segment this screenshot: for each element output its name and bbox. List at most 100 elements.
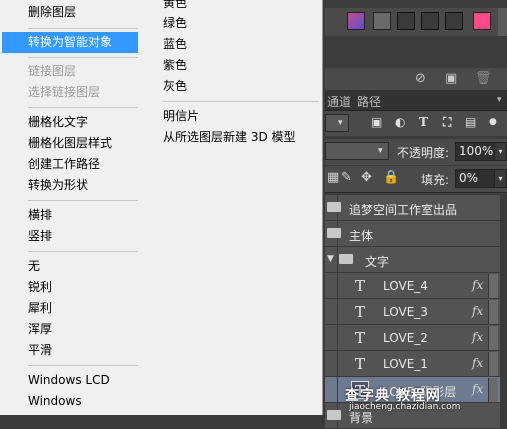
- menu-item-create-work-path[interactable]: 创建工作路径: [0, 154, 138, 175]
- layer-name: LOVE_3: [383, 305, 428, 319]
- style-swatch[interactable]: [445, 12, 463, 30]
- tab-channels[interactable]: 通道: [327, 93, 351, 110]
- lock-brush-icon[interactable]: ✎: [341, 170, 352, 185]
- type-filter-icon[interactable]: T: [419, 115, 428, 129]
- menu-item-postcard[interactable]: 明信片: [141, 106, 319, 127]
- menu-item-link-layers: 链接图层: [28, 64, 77, 78]
- menu-item-new-3d-model[interactable]: 从所选图层新建 3D 模型: [141, 127, 319, 148]
- smart-object-filter-icon[interactable]: ▤: [465, 115, 476, 129]
- layer-row[interactable]: 主体: [325, 221, 500, 247]
- styles-footer: ⊘ ▣ 🗑: [325, 68, 507, 90]
- effects-toggle[interactable]: [488, 352, 498, 376]
- folder-icon: [327, 202, 341, 212]
- effects-toggle[interactable]: [488, 326, 498, 350]
- menu-item-horizontal[interactable]: 横排: [0, 205, 138, 226]
- menu-item-aa-smooth[interactable]: 平滑: [0, 340, 138, 361]
- menu-item-aa-sharp[interactable]: 锐利: [0, 277, 138, 298]
- chevron-down-icon: ▾: [378, 146, 383, 156]
- visibility-toggle[interactable]: [325, 325, 338, 351]
- style-swatch[interactable]: [421, 12, 439, 30]
- visibility-toggle[interactable]: [325, 377, 338, 403]
- menu-item-rasterize-style[interactable]: 栅格化图层样式: [0, 133, 138, 154]
- scrollbar[interactable]: [498, 8, 507, 36]
- menu-item-windows[interactable]: Windows: [0, 391, 138, 412]
- layer-name: 追梦空间工作室出品: [349, 203, 458, 217]
- layer-row[interactable]: T LOVE_3 fx: [325, 299, 500, 325]
- lock-position-icon[interactable]: ✥: [361, 170, 372, 185]
- menu-item-color-yellow[interactable]: 黄色: [141, 0, 319, 14]
- layers-scrollbar[interactable]: [500, 195, 507, 415]
- shape-filter-icon[interactable]: ⛶: [443, 115, 451, 130]
- fx-icon[interactable]: fx: [472, 356, 483, 370]
- menu-item-color-violet[interactable]: 紫色: [141, 55, 319, 76]
- panel-tabs: 通道 路径 ▾: [325, 90, 507, 111]
- watermark: 查字典 教程网 jiaocheng.chazidian.com: [345, 385, 507, 415]
- layer-row[interactable]: T LOVE_4 fx: [325, 273, 500, 299]
- menu-item-windows-lcd[interactable]: Windows LCD: [0, 370, 138, 391]
- layer-name: LOVE_1: [383, 357, 428, 371]
- adjustment-filter-icon[interactable]: ◐: [395, 115, 405, 129]
- visibility-toggle[interactable]: [325, 299, 338, 325]
- folder-icon: [327, 228, 341, 238]
- layer-row[interactable]: T LOVE_1 fx: [325, 351, 500, 377]
- tab-paths[interactable]: 路径: [357, 93, 381, 110]
- text-layer-icon: T: [354, 303, 365, 321]
- menu-item-vertical[interactable]: 竖排: [0, 226, 138, 247]
- swatches-panel: [325, 8, 507, 36]
- opacity-label: 不透明度:: [397, 146, 450, 160]
- expand-arrow-icon[interactable]: ▼: [327, 254, 334, 264]
- menu-item-select-linked: 选择链接图层: [28, 85, 101, 99]
- menu-separator: [28, 251, 138, 252]
- layer-name: 文字: [365, 255, 390, 269]
- filter-kind-dropdown[interactable]: ▾: [325, 114, 349, 132]
- layer-name: LOVE_2: [383, 331, 428, 345]
- filter-toggle[interactable]: ●: [489, 117, 497, 127]
- layer-row[interactable]: 追梦空间工作室出品: [325, 195, 500, 221]
- lock-all-icon[interactable]: 🔒: [383, 170, 399, 185]
- visibility-toggle[interactable]: [325, 273, 338, 299]
- panel-menu-icon[interactable]: ▾: [497, 95, 502, 105]
- menu-item-color-blue[interactable]: 蓝色: [141, 34, 319, 55]
- layer-name: LOVE_4: [383, 279, 428, 293]
- menu-separator: [28, 200, 138, 201]
- opacity-dropdown-icon[interactable]: ▾: [494, 142, 507, 161]
- style-swatch[interactable]: [373, 12, 391, 30]
- lock-transparent-icon[interactable]: ▦: [327, 170, 339, 185]
- style-swatch[interactable]: [473, 12, 491, 30]
- menu-item-convert-smart-object[interactable]: 转换为智能对象: [2, 32, 138, 53]
- fill-dropdown-icon[interactable]: ▾: [494, 169, 507, 188]
- pixel-filter-icon[interactable]: ▣: [371, 115, 382, 129]
- style-swatch[interactable]: [347, 12, 365, 30]
- visibility-toggle[interactable]: [325, 351, 338, 377]
- menu-item-rasterize-type[interactable]: 栅格化文字: [0, 112, 138, 133]
- menu-item-aa-crisp[interactable]: 犀利: [0, 298, 138, 319]
- menu-separator: [28, 28, 138, 29]
- new-style-icon[interactable]: ▣: [445, 71, 457, 86]
- fx-icon[interactable]: fx: [472, 304, 483, 318]
- layer-row[interactable]: T LOVE_2 fx: [325, 325, 500, 351]
- fill-label: 填充:: [421, 173, 450, 187]
- fx-icon[interactable]: fx: [472, 278, 483, 292]
- menu-item-aa-strong[interactable]: 浑厚: [0, 319, 138, 340]
- menu-item-convert-to-shape[interactable]: 转换为形状: [0, 175, 138, 196]
- layer-row[interactable]: ▼ 文字: [325, 247, 500, 273]
- text-layer-icon: T: [354, 355, 365, 373]
- trash-icon[interactable]: 🗑: [475, 71, 492, 86]
- menu-item-aa-none[interactable]: 无: [0, 256, 138, 277]
- fill-input[interactable]: 0%: [455, 169, 495, 188]
- folder-icon: [327, 410, 341, 420]
- context-menu-continued: 黄色 绿色 蓝色 紫色 灰色 明信片 从所选图层新建 3D 模型: [141, 0, 323, 415]
- menu-item-delete-layer[interactable]: 删除图层: [0, 2, 138, 23]
- fx-icon[interactable]: fx: [472, 330, 483, 344]
- blend-mode-dropdown[interactable]: ▾: [325, 142, 389, 160]
- menu-separator: [163, 101, 319, 102]
- clear-style-icon[interactable]: ⊘: [415, 71, 426, 86]
- chevron-down-icon: ▾: [338, 118, 343, 128]
- menu-item-color-green[interactable]: 绿色: [141, 13, 319, 34]
- menu-item-color-gray[interactable]: 灰色: [141, 76, 319, 97]
- effects-toggle[interactable]: [488, 300, 498, 324]
- opacity-input[interactable]: 100%: [455, 142, 495, 161]
- effects-toggle[interactable]: [488, 274, 498, 298]
- style-swatch[interactable]: [397, 12, 415, 30]
- menu-separator: [28, 57, 138, 58]
